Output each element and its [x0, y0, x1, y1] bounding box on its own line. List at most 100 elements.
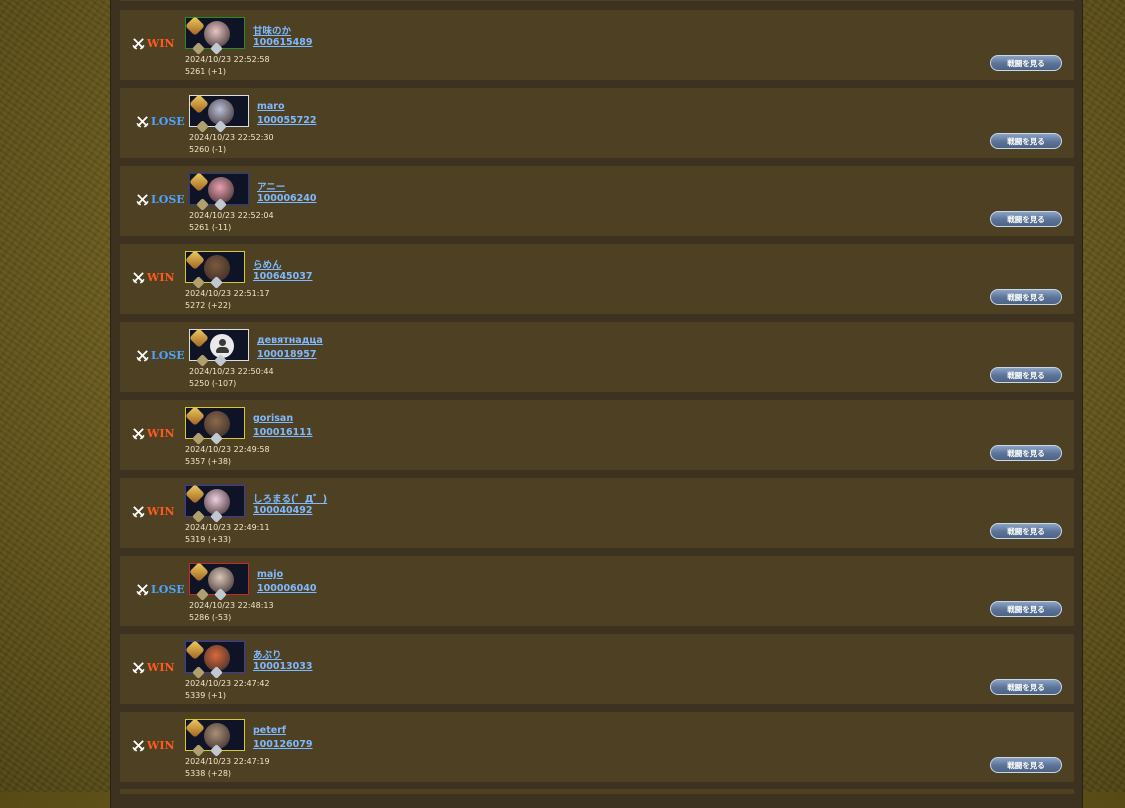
- battle-row: LOSE maro 100055722 2024/10/23 22:52:30 …: [120, 88, 1074, 158]
- opponent-name-link[interactable]: maro: [257, 101, 285, 112]
- equipment-pin-icon: [192, 42, 205, 55]
- rank-badge-icon: [185, 484, 205, 504]
- battle-row: WIN 甘味のか 100615489 2024/10/23 22:52:58 5…: [120, 10, 1074, 80]
- battle-datetime: 2024/10/23 22:52:04: [189, 211, 274, 220]
- opponent-avatar[interactable]: [189, 328, 249, 367]
- opponent-name-link[interactable]: らめん: [253, 257, 282, 271]
- battle-result: LOSE: [136, 193, 185, 206]
- opponent-avatar[interactable]: [189, 172, 249, 211]
- watch-battle-button[interactable]: 戦闘を見る: [990, 133, 1062, 149]
- result-label: WIN: [147, 661, 175, 674]
- crossed-swords-icon: [132, 740, 145, 752]
- rating-change: 5261 (+1): [185, 67, 226, 76]
- battle-datetime: 2024/10/23 22:47:19: [185, 757, 270, 766]
- opponent-id-link[interactable]: 100126079: [253, 739, 313, 750]
- equipment-pin-icon: [192, 744, 205, 757]
- crossed-swords-icon: [136, 116, 149, 128]
- crossed-swords-icon: [136, 584, 149, 596]
- rating-change: 5250 (-107): [189, 379, 237, 388]
- result-label: LOSE: [151, 349, 185, 362]
- rating-change: 5338 (+28): [185, 769, 232, 778]
- rating-change: 5272 (+22): [185, 301, 232, 310]
- battle-datetime: 2024/10/23 22:51:17: [185, 289, 270, 298]
- watch-battle-button[interactable]: 戦闘を見る: [990, 523, 1062, 539]
- rank-badge-icon: [189, 172, 209, 192]
- battle-row: LOSE majo 100006040 2024/10/23 22:48:13 …: [120, 556, 1074, 626]
- battle-result: LOSE: [136, 583, 185, 596]
- battle-datetime: 2024/10/23 22:49:58: [185, 445, 270, 454]
- rating-change: 5319 (+33): [185, 535, 232, 544]
- rank-badge-icon: [189, 94, 209, 114]
- battle-datetime: 2024/10/23 22:52:58: [185, 55, 270, 64]
- crossed-swords-icon: [136, 350, 149, 362]
- opponent-name-link[interactable]: しろまる(゜Д゜): [253, 491, 327, 505]
- watch-battle-button[interactable]: 戦闘を見る: [990, 445, 1062, 461]
- rank-badge-icon: [185, 640, 205, 660]
- battle-row: LOSE девятнадца 100018957 2024/10/23 22:…: [120, 322, 1074, 392]
- opponent-avatar[interactable]: [185, 484, 245, 523]
- battle-datetime: 2024/10/23 22:48:13: [189, 601, 274, 610]
- result-label: WIN: [147, 505, 175, 518]
- opponent-name-link[interactable]: 甘味のか: [253, 23, 291, 37]
- battle-result: LOSE: [136, 115, 185, 128]
- opponent-avatar[interactable]: [185, 640, 245, 679]
- battle-result: WIN: [132, 271, 175, 284]
- battle-datetime: 2024/10/23 22:49:11: [185, 523, 270, 532]
- rating-change: 5357 (+38): [185, 457, 232, 466]
- crossed-swords-icon: [132, 428, 145, 440]
- rating-change: 5260 (-1): [189, 145, 227, 154]
- opponent-avatar[interactable]: [185, 406, 245, 445]
- rating-change: 5286 (-53): [189, 613, 232, 622]
- crossed-swords-icon: [132, 272, 145, 284]
- battle-row: WIN gorisan 100016111 2024/10/23 22:49:5…: [120, 400, 1074, 470]
- opponent-id-link[interactable]: 100040492: [253, 505, 313, 516]
- rank-badge-icon: [185, 406, 205, 426]
- watch-battle-button[interactable]: 戦闘を見る: [990, 211, 1062, 227]
- battle-result: LOSE: [136, 349, 185, 362]
- opponent-id-link[interactable]: 100055722: [257, 115, 317, 126]
- opponent-name-link[interactable]: アニー: [257, 179, 285, 193]
- watch-battle-button[interactable]: 戦闘を見る: [990, 601, 1062, 617]
- result-label: LOSE: [151, 115, 185, 128]
- rating-change: 5339 (+1): [185, 691, 226, 700]
- watch-battle-button[interactable]: 戦闘を見る: [990, 367, 1062, 383]
- opponent-id-link[interactable]: 100615489: [253, 37, 313, 48]
- opponent-name-link[interactable]: あぶり: [253, 647, 282, 661]
- watch-battle-button[interactable]: 戦闘を見る: [990, 289, 1062, 305]
- battle-row: WIN らめん 100645037 2024/10/23 22:51:17 52…: [120, 244, 1074, 314]
- watch-battle-button[interactable]: 戦闘を見る: [990, 679, 1062, 695]
- opponent-id-link[interactable]: 100016111: [253, 427, 313, 438]
- opponent-id-link[interactable]: 100018957: [257, 349, 317, 360]
- opponent-id-link[interactable]: 100006040: [257, 583, 317, 594]
- rank-badge-icon: [189, 328, 209, 348]
- watch-battle-button[interactable]: 戦闘を見る: [990, 757, 1062, 773]
- result-label: LOSE: [151, 583, 185, 596]
- opponent-avatar[interactable]: [189, 562, 249, 601]
- opponent-id-link[interactable]: 100006240: [257, 193, 317, 204]
- opponent-avatar[interactable]: [189, 94, 249, 133]
- equipment-pin-icon: [196, 198, 209, 211]
- opponent-avatar[interactable]: [185, 16, 245, 55]
- watch-battle-button[interactable]: 戦闘を見る: [990, 55, 1062, 71]
- rank-badge-icon: [189, 562, 209, 582]
- opponent-avatar[interactable]: [185, 250, 245, 289]
- opponent-avatar[interactable]: [185, 718, 245, 757]
- battle-result: WIN: [132, 739, 175, 752]
- rank-badge-icon: [185, 250, 205, 270]
- opponent-id-link[interactable]: 100645037: [253, 271, 313, 282]
- result-label: WIN: [147, 271, 175, 284]
- battle-row: LOSE アニー 100006240 2024/10/23 22:52:04 5…: [120, 166, 1074, 236]
- rank-badge-icon: [185, 16, 205, 36]
- user-silhouette-icon: [210, 334, 234, 358]
- battle-row: WIN peterf 100126079 2024/10/23 22:47:19…: [120, 712, 1074, 782]
- opponent-id-link[interactable]: 100013033: [253, 661, 313, 672]
- opponent-name-link[interactable]: девятнадца: [257, 335, 323, 346]
- opponent-name-link[interactable]: peterf: [253, 725, 286, 736]
- opponent-name-link[interactable]: gorisan: [253, 413, 293, 424]
- opponent-name-link[interactable]: majo: [257, 569, 283, 580]
- equipment-pin-icon: [192, 510, 205, 523]
- crossed-swords-icon: [132, 506, 145, 518]
- rank-badge-icon: [185, 718, 205, 738]
- battle-result: WIN: [132, 505, 175, 518]
- equipment-pin-icon: [196, 354, 209, 367]
